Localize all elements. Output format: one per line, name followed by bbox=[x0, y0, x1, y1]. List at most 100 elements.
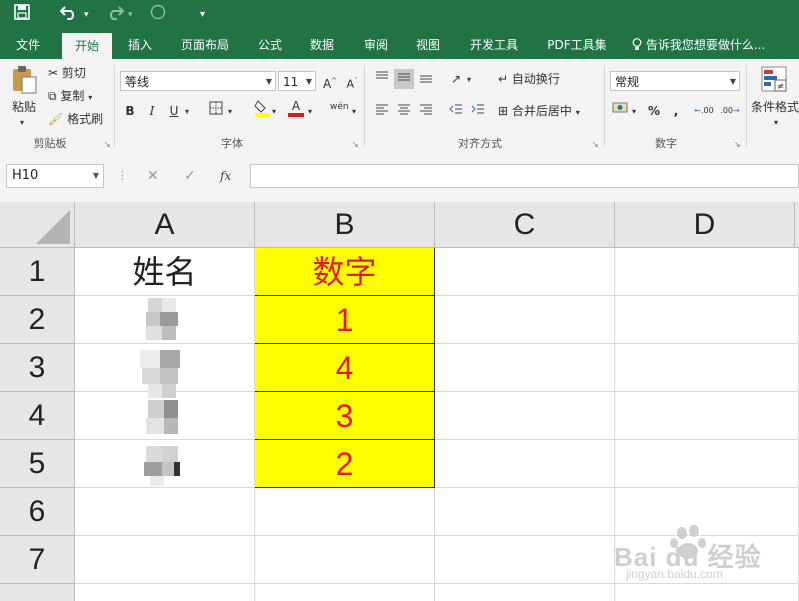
cell-d1[interactable] bbox=[615, 248, 799, 296]
accounting-format-icon[interactable] bbox=[610, 101, 630, 121]
undo-icon[interactable] bbox=[59, 4, 78, 26]
copy-button[interactable]: ⧉ 复制 ▾ bbox=[48, 88, 92, 106]
clipboard-launcher-icon[interactable]: ↘ bbox=[104, 137, 111, 153]
shrink-font-button[interactable]: Aˇ bbox=[342, 71, 362, 91]
tab-home[interactable]: 开始 bbox=[62, 33, 112, 59]
row-header-1[interactable]: 1 bbox=[0, 248, 75, 296]
align-left-icon[interactable] bbox=[372, 101, 392, 121]
align-right-icon[interactable] bbox=[416, 101, 436, 121]
cell-b1[interactable]: 数字 bbox=[255, 248, 435, 296]
cancel-entry-icon[interactable]: ✕ bbox=[147, 168, 159, 184]
accounting-dropdown-icon[interactable]: ▾ bbox=[632, 104, 636, 120]
row-header-5[interactable]: 5 bbox=[0, 440, 75, 488]
cell-a7[interactable] bbox=[75, 536, 255, 584]
bold-button[interactable]: B bbox=[120, 101, 140, 121]
cell-c8[interactable] bbox=[435, 584, 615, 601]
cell-d2[interactable] bbox=[615, 296, 799, 344]
tab-page-layout[interactable]: 页面布局 bbox=[172, 31, 238, 59]
conditional-dropdown-icon[interactable]: ▾ bbox=[774, 115, 778, 131]
cell-c1[interactable] bbox=[435, 248, 615, 296]
align-center-icon[interactable] bbox=[394, 101, 414, 121]
fill-color-dropdown-icon[interactable]: ▾ bbox=[272, 104, 276, 120]
underline-button[interactable]: U bbox=[164, 101, 184, 121]
cell-d8[interactable] bbox=[615, 584, 799, 601]
orientation-icon[interactable]: ↗ bbox=[446, 69, 466, 89]
cell-b3[interactable]: 4 bbox=[255, 344, 435, 392]
cell-c3[interactable] bbox=[435, 344, 615, 392]
tab-pdf-tools[interactable]: PDF工具集 bbox=[538, 31, 616, 59]
align-middle-icon[interactable] bbox=[394, 69, 414, 89]
undo-dropdown-icon[interactable]: ▾ bbox=[84, 4, 89, 26]
tab-formulas[interactable]: 公式 bbox=[248, 31, 292, 59]
borders-dropdown-icon[interactable]: ▾ bbox=[228, 104, 232, 120]
tab-view[interactable]: 视图 bbox=[406, 31, 450, 59]
tell-me-search[interactable]: 告诉我您想要做什么... bbox=[632, 31, 792, 59]
tab-review[interactable]: 审阅 bbox=[354, 31, 398, 59]
cell-c7[interactable] bbox=[435, 536, 615, 584]
cell-b7[interactable] bbox=[255, 536, 435, 584]
customize-qat-icon[interactable]: ▾ bbox=[200, 4, 205, 26]
decrease-indent-icon[interactable] bbox=[446, 101, 466, 121]
font-launcher-icon[interactable]: ↘ bbox=[352, 137, 359, 153]
cell-b8[interactable] bbox=[255, 584, 435, 601]
column-header-d[interactable]: D bbox=[615, 202, 795, 248]
cell-c5[interactable] bbox=[435, 440, 615, 488]
row-header-2[interactable]: 2 bbox=[0, 296, 75, 344]
conditional-formatting-button[interactable]: 条件格式 bbox=[751, 99, 799, 115]
orientation-dropdown-icon[interactable]: ▾ bbox=[467, 72, 471, 88]
fill-color-icon[interactable] bbox=[252, 99, 272, 119]
increase-decimal-button[interactable]: ←.00 bbox=[694, 101, 714, 121]
underline-dropdown-icon[interactable]: ▾ bbox=[185, 104, 189, 120]
decrease-decimal-button[interactable]: .00→ bbox=[720, 101, 740, 121]
column-header-a[interactable]: A bbox=[75, 202, 255, 248]
row-header-8[interactable] bbox=[0, 584, 75, 601]
cell-d3[interactable] bbox=[615, 344, 799, 392]
cell-a1[interactable]: 姓名 bbox=[75, 248, 255, 296]
cell-b5[interactable]: 2 bbox=[255, 440, 435, 488]
cell-c6[interactable] bbox=[435, 488, 615, 536]
number-launcher-icon[interactable]: ↘ bbox=[734, 137, 741, 153]
row-header-6[interactable]: 6 bbox=[0, 488, 75, 536]
column-header-b[interactable]: B bbox=[255, 202, 435, 248]
touch-mode-icon[interactable] bbox=[150, 4, 166, 26]
insert-function-icon[interactable]: fx bbox=[220, 168, 231, 184]
select-all-button[interactable] bbox=[0, 202, 75, 248]
column-header-c[interactable]: C bbox=[435, 202, 615, 248]
formula-input[interactable] bbox=[250, 164, 799, 188]
font-name-select[interactable]: 等线 ▼ bbox=[120, 71, 276, 91]
tab-insert[interactable]: 插入 bbox=[118, 31, 162, 59]
number-format-select[interactable]: 常规 ▼ bbox=[610, 71, 740, 91]
align-top-icon[interactable] bbox=[372, 69, 392, 89]
phonetic-guide-icon[interactable]: wén bbox=[330, 99, 349, 115]
conditional-formatting-icon[interactable]: ≠ bbox=[760, 65, 788, 97]
font-color-icon[interactable]: A bbox=[286, 99, 306, 119]
cell-b6[interactable] bbox=[255, 488, 435, 536]
cell-a8[interactable] bbox=[75, 584, 255, 601]
align-bottom-icon[interactable] bbox=[416, 69, 436, 89]
cell-b2[interactable]: 1 bbox=[255, 296, 435, 344]
redo-dropdown-icon[interactable]: ▾ bbox=[128, 4, 133, 26]
wrap-text-button[interactable]: ↵ 自动换行 bbox=[498, 71, 560, 87]
paste-button[interactable]: 粘贴 bbox=[12, 99, 36, 115]
phonetic-dropdown-icon[interactable]: ▾ bbox=[352, 104, 356, 120]
paste-dropdown-icon[interactable]: ▾ bbox=[20, 115, 24, 131]
format-painter-button[interactable]: 🖌 格式刷 bbox=[48, 111, 103, 127]
row-header-4[interactable]: 4 bbox=[0, 392, 75, 440]
tab-data[interactable]: 数据 bbox=[300, 31, 344, 59]
cell-d5[interactable] bbox=[615, 440, 799, 488]
row-header-7[interactable]: 7 bbox=[0, 536, 75, 584]
increase-indent-icon[interactable] bbox=[468, 101, 488, 121]
comma-style-button[interactable]: , bbox=[666, 101, 686, 121]
cell-a6[interactable] bbox=[75, 488, 255, 536]
tab-file[interactable]: 文件 bbox=[4, 31, 52, 59]
name-box-dropdown-icon[interactable]: ▼ bbox=[93, 165, 99, 187]
alignment-launcher-icon[interactable]: ↘ bbox=[592, 137, 599, 153]
cell-b4[interactable]: 3 bbox=[255, 392, 435, 440]
name-box[interactable]: H10 ▼ bbox=[6, 164, 104, 188]
redo-icon[interactable] bbox=[106, 4, 125, 26]
percent-style-button[interactable]: % bbox=[644, 101, 664, 121]
column-header-e[interactable] bbox=[795, 202, 799, 248]
paste-icon[interactable] bbox=[10, 65, 38, 99]
cut-button[interactable]: ✂ 剪切 bbox=[48, 65, 86, 81]
row-header-3[interactable]: 3 bbox=[0, 344, 75, 392]
